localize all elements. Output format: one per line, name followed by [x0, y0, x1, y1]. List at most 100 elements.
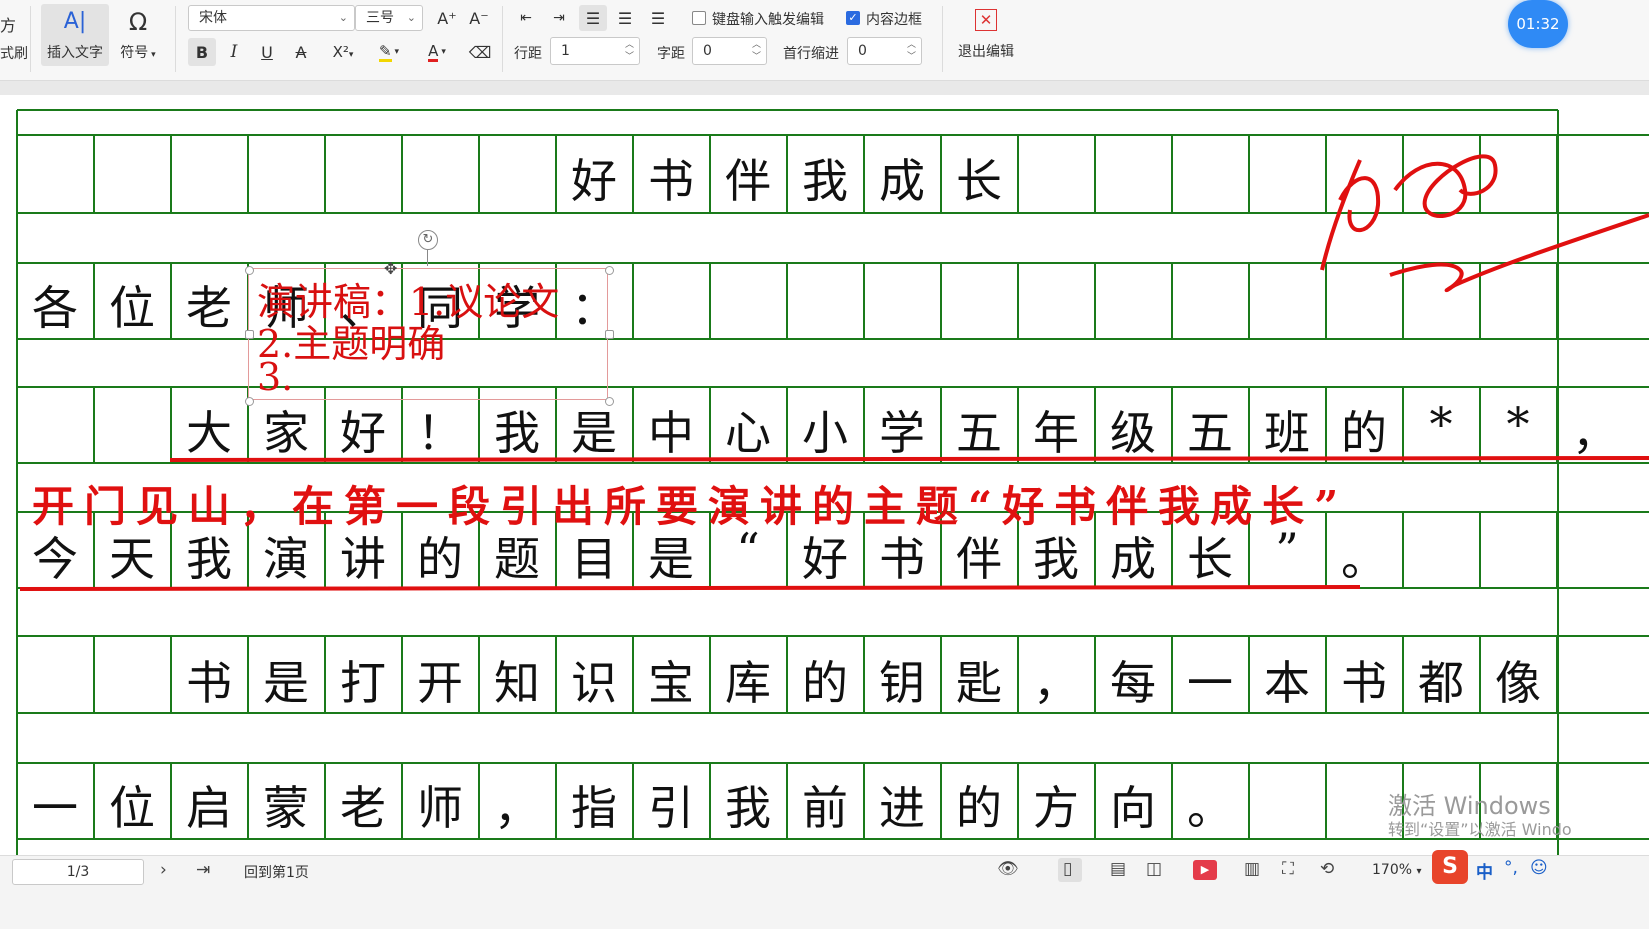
textbox-line-3: 3.: [257, 355, 294, 399]
eraser-icon: ⌫: [468, 42, 492, 62]
char-spacing-input[interactable]: 0 ︿ ﹀: [692, 37, 767, 65]
insert-text-label: 插入文字: [47, 44, 103, 61]
symbol-button[interactable]: Ω 符号 ▾: [113, 4, 163, 66]
move-cursor-icon: ✥: [384, 259, 398, 278]
chevron-up-icon[interactable]: ︿: [625, 41, 634, 50]
dual-page-icon[interactable]: ◫: [1146, 859, 1162, 879]
resize-handle[interactable]: [245, 330, 254, 339]
grid-character: 开: [417, 656, 463, 710]
resize-handle[interactable]: [245, 266, 254, 275]
play-icon[interactable]: ▶: [1193, 860, 1217, 880]
grid-character: 五: [956, 406, 1002, 460]
grid-character: 老: [340, 781, 386, 835]
chevron-down-icon[interactable]: ﹀: [625, 53, 634, 62]
font-shrink-icon: A⁻: [469, 8, 489, 28]
increase-indent-button[interactable]: ⇥: [547, 6, 571, 30]
grid-character: 五: [1187, 406, 1233, 460]
first-line-indent-input[interactable]: 0 ︿ ﹀: [847, 37, 922, 65]
recording-timer[interactable]: 01:32: [1508, 0, 1568, 48]
chevron-up-icon[interactable]: ︿: [907, 41, 916, 50]
clear-format-button[interactable]: ⌫: [466, 38, 494, 66]
activation-watermark-subtitle: 转到“设置”以激活 Windo: [1388, 820, 1572, 839]
grid-character: 伴: [725, 154, 771, 208]
eye-icon[interactable]: 👁: [997, 859, 1019, 879]
decrease-font-button[interactable]: A⁻: [466, 6, 492, 30]
ime-language-indicator[interactable]: 中: [1476, 858, 1493, 883]
grid-character: 师: [417, 781, 463, 835]
exit-edit-button[interactable]: ✕ 退出编辑: [952, 4, 1020, 66]
back-to-first-page-link[interactable]: 回到第1页: [244, 862, 309, 882]
format-painter-label[interactable]: 式刷: [0, 43, 28, 63]
superscript-icon: X²▾: [332, 43, 354, 61]
strikethrough-icon: A: [295, 42, 307, 62]
emoji-icon[interactable]: ☺: [1530, 858, 1548, 878]
status-bar: 1/3 › ⇥ 回到第1页 👁 ▯ ▤ ◫ ▶ ▥ ⛶ ⟲ 170% ▾ S 中…: [0, 850, 1649, 929]
increase-font-button[interactable]: A⁺: [434, 6, 460, 30]
content-border-checkbox[interactable]: ✓: [846, 11, 860, 25]
grid-character: *: [1429, 397, 1453, 451]
strikethrough-button[interactable]: A: [289, 38, 313, 66]
chevron-down-icon: ⌄: [338, 11, 348, 24]
grid-character: 成: [879, 154, 925, 208]
chevron-down-icon[interactable]: ﹀: [752, 53, 761, 62]
decrease-indent-button[interactable]: ⇤: [514, 6, 538, 30]
grid-character: 长: [956, 154, 1002, 208]
text-cursor-icon: A|: [63, 8, 87, 34]
superscript-button[interactable]: X²▾: [325, 38, 361, 66]
resize-handle[interactable]: [605, 330, 614, 339]
line-spacing-label: 行距: [514, 46, 542, 62]
keyboard-trigger-checkbox[interactable]: [692, 11, 706, 25]
grid-character: 是: [571, 406, 617, 460]
rotate-handle-icon[interactable]: ↻: [418, 230, 438, 250]
font-size-select[interactable]: 三号 ⌄: [355, 5, 423, 31]
punctuation-icon[interactable]: °,: [1504, 858, 1518, 878]
chevron-down-icon[interactable]: ﹀: [907, 53, 916, 62]
grid-character: 中: [648, 406, 694, 460]
highlight-button[interactable]: ✎ ▾: [370, 38, 408, 66]
grid-character: 老: [186, 281, 232, 335]
page-view-icon: ▯: [1063, 859, 1073, 879]
underline-button[interactable]: U: [255, 38, 279, 66]
next-page-icon[interactable]: ›: [160, 860, 167, 880]
exit-edit-label: 退出编辑: [958, 44, 1014, 60]
document-view-icon[interactable]: ▤: [1110, 859, 1126, 879]
fit-page-icon[interactable]: ⛶: [1282, 859, 1294, 879]
last-page-icon[interactable]: ⇥: [196, 860, 210, 880]
grid-character: *: [1506, 397, 1530, 451]
zoom-level[interactable]: 170% ▾: [1372, 862, 1422, 878]
outdent-icon: ⇤: [520, 10, 532, 26]
bold-button[interactable]: B: [188, 38, 216, 66]
align-left-icon: ☰: [585, 8, 601, 28]
grid-character: 大: [186, 406, 232, 460]
single-page-view-button[interactable]: ▯: [1058, 858, 1082, 882]
resize-handle[interactable]: [605, 397, 614, 406]
bold-icon: B: [195, 42, 209, 62]
page-number-input[interactable]: 1/3: [12, 859, 144, 885]
italic-icon: I: [230, 42, 238, 62]
align-left-button[interactable]: ☰: [579, 5, 607, 31]
resize-handle[interactable]: [245, 397, 254, 406]
chevron-down-icon: ▾: [148, 50, 156, 60]
grid-character: 都: [1418, 656, 1464, 710]
grid-character: 启: [186, 781, 232, 835]
chevron-up-icon[interactable]: ︿: [752, 41, 761, 50]
line-spacing-value: 1: [561, 43, 570, 59]
grid-character: 库: [725, 656, 771, 710]
sogou-ime-icon[interactable]: S: [1432, 850, 1468, 884]
document-canvas[interactable]: 好书伴我成长各位老师、同学：大家好！我是中心小学五年级五班的 * *，今天我演讲的题…: [0, 95, 1649, 855]
insert-text-button[interactable]: A| 插入文字: [41, 4, 109, 66]
font-color-button[interactable]: A ▾: [418, 38, 456, 66]
resize-handle[interactable]: [605, 266, 614, 275]
annotation-textbox[interactable]: 演讲稿：1.议论文 2.主题明确 3.: [248, 268, 608, 400]
fit-width-icon[interactable]: ▥: [1244, 859, 1260, 879]
grid-character: 我: [725, 781, 771, 835]
toolbar: 方 式刷 A| 插入文字 Ω 符号 ▾ 宋体 ⌄ 三号 ⌄ A⁺ A⁻ B I …: [0, 0, 1649, 81]
align-center-icon: ☰: [617, 8, 633, 28]
rotate-page-icon[interactable]: ⟲: [1320, 859, 1334, 879]
italic-button[interactable]: I: [222, 38, 246, 66]
font-family-select[interactable]: 宋体 ⌄: [188, 5, 355, 31]
align-center-button[interactable]: ☰: [613, 6, 637, 30]
grid-character: 一: [1187, 656, 1233, 710]
line-spacing-input[interactable]: 1 ︿ ﹀: [550, 37, 640, 65]
align-right-button[interactable]: ☰: [646, 6, 670, 30]
